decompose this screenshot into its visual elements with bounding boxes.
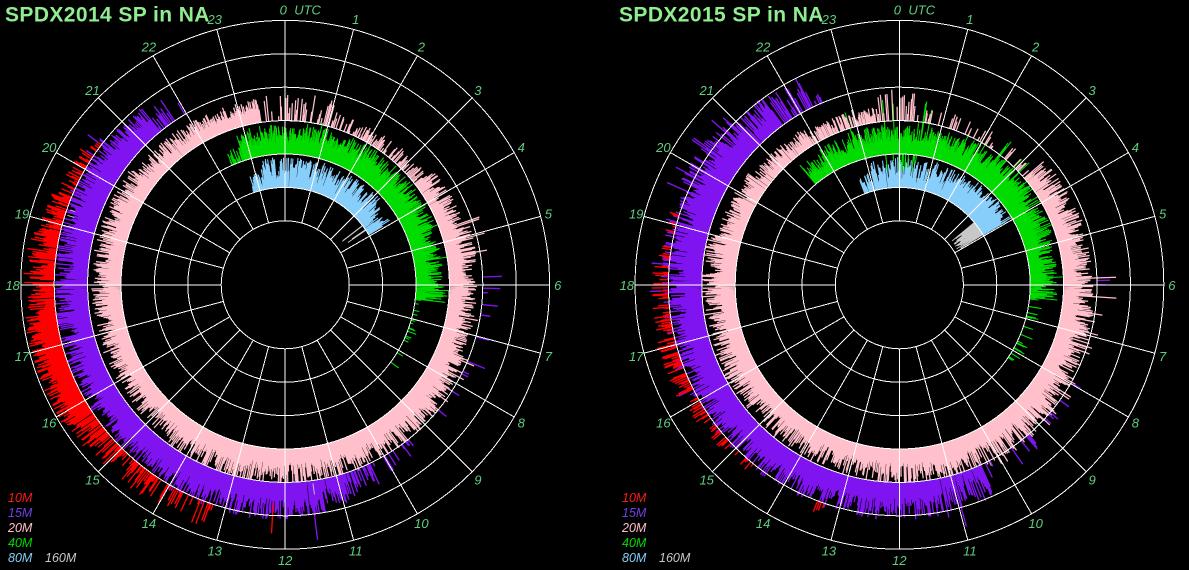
svg-text:160M: 160M bbox=[659, 551, 691, 565]
svg-text:17: 17 bbox=[15, 349, 30, 364]
svg-text:14: 14 bbox=[142, 516, 156, 531]
svg-text:19: 19 bbox=[15, 207, 29, 222]
svg-text:11: 11 bbox=[349, 544, 363, 559]
svg-text:0: 0 bbox=[280, 3, 288, 18]
svg-text:SPDX2015 SP in NA: SPDX2015 SP in NA bbox=[619, 4, 824, 27]
svg-text:4: 4 bbox=[518, 140, 525, 155]
svg-text:15: 15 bbox=[699, 473, 714, 488]
svg-text:20: 20 bbox=[655, 140, 671, 155]
svg-text:UTC: UTC bbox=[294, 3, 321, 18]
svg-text:9: 9 bbox=[1088, 473, 1095, 488]
svg-text:18: 18 bbox=[5, 278, 20, 293]
svg-text:2: 2 bbox=[417, 39, 426, 54]
svg-text:SPDX2014 SP in NA: SPDX2014 SP in NA bbox=[5, 4, 210, 27]
svg-text:3: 3 bbox=[474, 83, 482, 98]
svg-text:21: 21 bbox=[84, 83, 99, 98]
svg-text:17: 17 bbox=[629, 349, 644, 364]
svg-text:20: 20 bbox=[41, 140, 57, 155]
svg-text:10: 10 bbox=[1028, 516, 1043, 531]
svg-text:4: 4 bbox=[1132, 140, 1139, 155]
svg-text:8: 8 bbox=[1132, 415, 1140, 430]
svg-text:13: 13 bbox=[207, 544, 222, 559]
svg-text:22: 22 bbox=[755, 39, 771, 54]
svg-text:22: 22 bbox=[141, 39, 157, 54]
svg-text:11: 11 bbox=[963, 544, 977, 559]
svg-text:5: 5 bbox=[545, 207, 553, 222]
svg-text:7: 7 bbox=[545, 349, 553, 364]
svg-text:7: 7 bbox=[1159, 349, 1167, 364]
svg-text:13: 13 bbox=[822, 544, 837, 559]
svg-text:2: 2 bbox=[1031, 39, 1040, 54]
svg-text:18: 18 bbox=[620, 278, 635, 293]
svg-text:0: 0 bbox=[894, 3, 902, 18]
svg-text:160M: 160M bbox=[45, 551, 77, 565]
svg-text:40M: 40M bbox=[8, 536, 33, 550]
svg-text:1: 1 bbox=[352, 12, 359, 27]
svg-text:20M: 20M bbox=[7, 521, 33, 535]
svg-text:10M: 10M bbox=[8, 491, 33, 505]
svg-text:15M: 15M bbox=[8, 506, 33, 520]
svg-text:16: 16 bbox=[656, 416, 671, 431]
svg-text:21: 21 bbox=[698, 83, 713, 98]
svg-text:8: 8 bbox=[518, 415, 526, 430]
svg-text:14: 14 bbox=[756, 516, 770, 531]
svg-text:5: 5 bbox=[1159, 207, 1167, 222]
svg-text:80M: 80M bbox=[8, 551, 33, 565]
svg-text:6: 6 bbox=[1168, 278, 1176, 293]
svg-text:40M: 40M bbox=[622, 536, 647, 550]
svg-text:9: 9 bbox=[474, 473, 481, 488]
svg-text:10M: 10M bbox=[622, 491, 647, 505]
svg-text:12: 12 bbox=[892, 553, 907, 568]
svg-text:20M: 20M bbox=[621, 521, 647, 535]
svg-text:15M: 15M bbox=[622, 506, 647, 520]
svg-text:10: 10 bbox=[414, 516, 429, 531]
svg-text:80M: 80M bbox=[622, 551, 647, 565]
svg-text:1: 1 bbox=[966, 12, 973, 27]
svg-text:12: 12 bbox=[278, 553, 293, 568]
svg-text:6: 6 bbox=[554, 278, 562, 293]
svg-text:15: 15 bbox=[85, 473, 100, 488]
svg-text:16: 16 bbox=[42, 416, 57, 431]
svg-text:UTC: UTC bbox=[908, 3, 935, 18]
svg-text:19: 19 bbox=[629, 207, 643, 222]
svg-text:3: 3 bbox=[1088, 83, 1096, 98]
